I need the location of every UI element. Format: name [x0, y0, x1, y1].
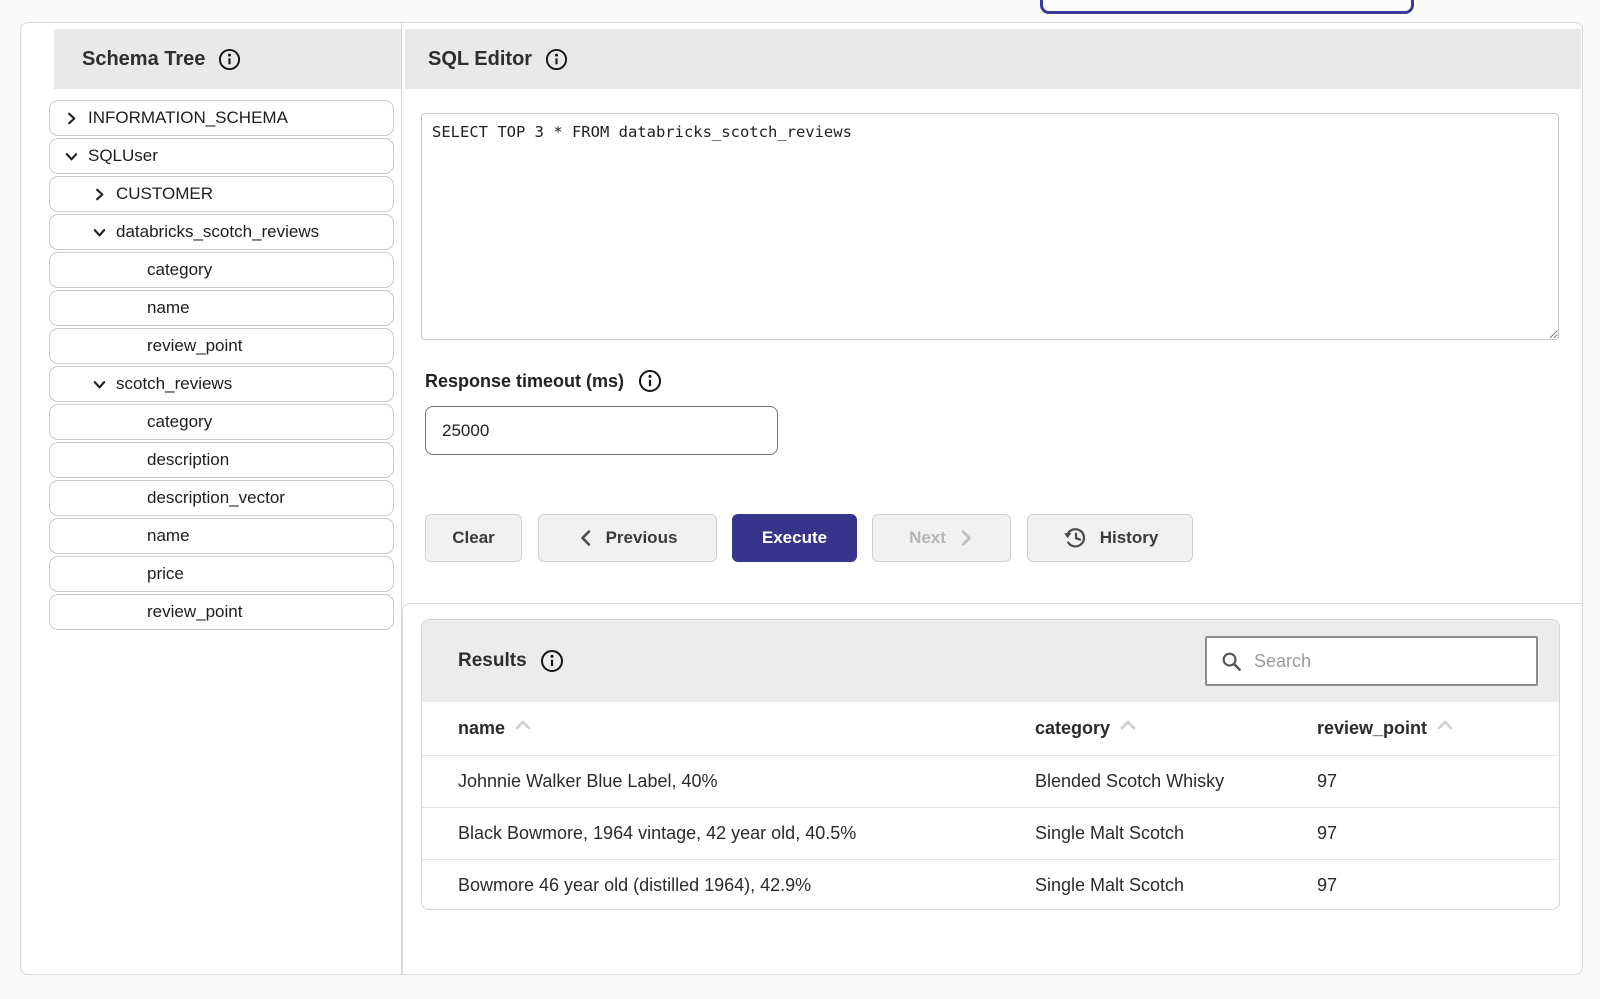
tree-item-sqluser[interactable]: SQLUser — [49, 138, 394, 174]
tree-item-label: category — [147, 260, 212, 280]
cell-name: Johnnie Walker Blue Label, 40% — [458, 771, 1035, 792]
info-icon[interactable] — [638, 369, 662, 393]
tree-item-label: INFORMATION_SCHEMA — [88, 108, 288, 128]
tree-item-label: review_point — [147, 336, 242, 356]
tree-item-label: review_point — [147, 602, 242, 622]
tree-item-customer[interactable]: CUSTOMER — [49, 176, 394, 212]
cell-category: Single Malt Scotch — [1035, 875, 1317, 896]
tree-item-databricks-scotch-reviews[interactable]: databricks_scotch_reviews — [49, 214, 394, 250]
response-timeout-label: Response timeout (ms) — [425, 369, 662, 393]
chevron-down-icon — [64, 149, 79, 164]
app-container: Schema Tree INFORMATION_SCHEMA SQLUse — [20, 22, 1583, 975]
previous-button[interactable]: Previous — [538, 514, 717, 562]
cell-category: Single Malt Scotch — [1035, 823, 1317, 844]
chevron-right-icon — [64, 111, 79, 126]
tree-item-column[interactable]: category — [49, 252, 394, 288]
sort-caret-icon — [1120, 719, 1136, 730]
results-search-box — [1205, 636, 1538, 686]
cell-category: Blended Scotch Whisky — [1035, 771, 1317, 792]
tree-item-column[interactable]: review_point — [49, 328, 394, 364]
tree-item-column[interactable]: price — [49, 556, 394, 592]
column-header-label: category — [1035, 718, 1110, 739]
schema-tree-title: Schema Tree — [82, 48, 205, 71]
history-clock-icon — [1062, 525, 1088, 551]
info-icon[interactable] — [545, 48, 568, 71]
sort-caret-icon — [1437, 719, 1453, 730]
page: Schema Tree INFORMATION_SCHEMA SQLUse — [0, 0, 1600, 999]
tree-item-label: name — [147, 526, 190, 546]
tree-item-column[interactable]: review_point — [49, 594, 394, 630]
table-row: Bowmore 46 year old (distilled 1964), 42… — [422, 859, 1559, 910]
tree-item-label: databricks_scotch_reviews — [116, 222, 319, 242]
next-button[interactable]: Next — [872, 514, 1011, 562]
chevron-left-icon — [578, 529, 594, 547]
chevron-right-icon — [92, 187, 107, 202]
column-header-review-point[interactable]: review_point — [1317, 718, 1559, 739]
tree-item-label: category — [147, 412, 212, 432]
next-button-label: Next — [909, 528, 946, 548]
schema-tree-panel: Schema Tree INFORMATION_SCHEMA SQLUse — [21, 23, 402, 974]
execute-button[interactable]: Execute — [732, 514, 857, 562]
info-icon[interactable] — [540, 649, 564, 673]
chevron-down-icon — [92, 225, 107, 240]
table-row: Black Bowmore, 1964 vintage, 42 year old… — [422, 807, 1559, 859]
sql-query-input[interactable]: SELECT TOP 3 * FROM databricks_scotch_re… — [421, 113, 1559, 340]
clear-button-label: Clear — [452, 528, 495, 548]
history-button[interactable]: History — [1027, 514, 1193, 562]
results-section: Results — [402, 603, 1582, 974]
sql-editor-area: SQL Editor SELECT TOP 3 * FROM databrick… — [402, 23, 1582, 974]
chevron-down-icon — [92, 377, 107, 392]
results-title: Results — [458, 649, 564, 673]
column-header-name[interactable]: name — [458, 718, 1035, 739]
tree-item-column[interactable]: name — [49, 290, 394, 326]
chevron-right-icon — [958, 529, 974, 547]
results-card: Results — [421, 619, 1560, 910]
response-timeout-input[interactable] — [425, 406, 778, 455]
sort-caret-icon — [515, 719, 531, 730]
clear-button[interactable]: Clear — [425, 514, 522, 562]
tree-item-column[interactable]: name — [49, 518, 394, 554]
top-cutoff-control[interactable] — [1040, 0, 1414, 14]
info-icon[interactable] — [218, 48, 241, 71]
tree-item-label: scotch_reviews — [116, 374, 232, 394]
schema-tree-header: Schema Tree — [54, 29, 401, 89]
cell-review-point: 97 — [1317, 823, 1559, 844]
tree-item-label: CUSTOMER — [116, 184, 213, 204]
table-row: Johnnie Walker Blue Label, 40% Blended S… — [422, 755, 1559, 807]
column-header-label: review_point — [1317, 718, 1427, 739]
results-table-header: name category review_point — [422, 702, 1559, 755]
tree-item-label: name — [147, 298, 190, 318]
tree-item-label: SQLUser — [88, 146, 158, 166]
results-search-input[interactable] — [1254, 651, 1523, 672]
tree-item-label: description_vector — [147, 488, 285, 508]
sql-editor-title: SQL Editor — [428, 48, 532, 71]
previous-button-label: Previous — [606, 528, 678, 548]
results-header: Results — [422, 620, 1559, 702]
tree-item-scotch-reviews[interactable]: scotch_reviews — [49, 366, 394, 402]
tree-item-information-schema[interactable]: INFORMATION_SCHEMA — [49, 100, 394, 136]
cell-name: Black Bowmore, 1964 vintage, 42 year old… — [458, 823, 1035, 844]
tree-item-column[interactable]: description_vector — [49, 480, 394, 516]
execute-button-label: Execute — [762, 528, 827, 548]
response-timeout-text: Response timeout (ms) — [425, 371, 624, 392]
cell-review-point: 97 — [1317, 875, 1559, 896]
search-icon — [1220, 650, 1243, 673]
results-title-text: Results — [458, 650, 527, 672]
column-header-category[interactable]: category — [1035, 718, 1317, 739]
schema-tree: INFORMATION_SCHEMA SQLUser CUSTOMER data… — [49, 100, 394, 632]
cell-review-point: 97 — [1317, 771, 1559, 792]
history-button-label: History — [1100, 528, 1159, 548]
tree-item-label: price — [147, 564, 184, 584]
cell-name: Bowmore 46 year old (distilled 1964), 42… — [458, 875, 1035, 896]
column-header-label: name — [458, 718, 505, 739]
sql-editor-header: SQL Editor — [405, 29, 1581, 89]
tree-item-column[interactable]: category — [49, 404, 394, 440]
tree-item-label: description — [147, 450, 229, 470]
tree-item-column[interactable]: description — [49, 442, 394, 478]
